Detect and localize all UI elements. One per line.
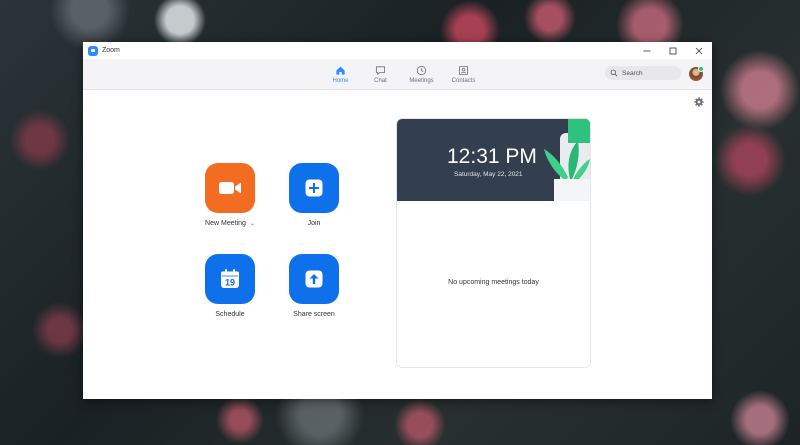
top-nav-bar: Home Chat Meetings Contacts [83, 59, 712, 90]
new-meeting-button[interactable] [205, 163, 255, 213]
calendar-day: 19 [225, 278, 235, 288]
join-button[interactable] [289, 163, 339, 213]
search-input[interactable] [618, 67, 677, 79]
share-screen-label: Share screen [293, 311, 335, 318]
clock-header: 12:31 PM Saturday, May 22, 2021 [397, 119, 590, 201]
schedule-label: Schedule [215, 311, 245, 318]
tab-contacts-label: Contacts [451, 77, 476, 84]
join-action: Join [274, 163, 354, 227]
plus-icon [305, 179, 323, 197]
tab-home[interactable]: Home [320, 59, 361, 89]
tab-chat[interactable]: Chat [361, 59, 400, 89]
search-icon [610, 69, 618, 77]
window-title: Zoom [102, 47, 120, 54]
avatar[interactable] [689, 66, 704, 81]
video-camera-icon [219, 182, 241, 194]
minimize-icon [643, 50, 651, 51]
window-controls [634, 42, 712, 59]
home-content: New Meeting ⌄ Join 19 Schedule Share scr… [83, 90, 712, 399]
nav-tabs: Home Chat Meetings Contacts [320, 59, 484, 89]
upcoming-meetings-card: 12:31 PM Saturday, May 22, 2021 No upcom… [396, 118, 591, 368]
gear-icon[interactable] [694, 97, 704, 107]
search-box[interactable] [605, 66, 681, 80]
schedule-button[interactable]: 19 [205, 254, 255, 304]
join-label: Join [307, 220, 321, 227]
chevron-down-icon[interactable]: ⌄ [250, 221, 255, 227]
contact-card-icon [458, 65, 469, 75]
tab-home-label: Home [332, 77, 349, 84]
plant-illustration-icon [544, 119, 590, 201]
tab-chat-label: Chat [374, 77, 387, 84]
title-bar: Zoom [83, 42, 712, 59]
tab-contacts[interactable]: Contacts [443, 59, 484, 89]
new-meeting-action: New Meeting ⌄ [190, 163, 270, 227]
clock-icon [416, 65, 427, 75]
zoom-window: Zoom Home Chat Meetings Contacts Search … [83, 42, 712, 399]
new-meeting-label-row: New Meeting ⌄ [205, 220, 255, 227]
share-screen-button[interactable] [289, 254, 339, 304]
tab-meetings-label: Meetings [409, 77, 434, 84]
clock-date: Saturday, May 22, 2021 [454, 171, 523, 178]
maximize-icon [669, 47, 677, 54]
share-screen-action: Share screen [274, 254, 354, 318]
chat-bubble-icon [375, 65, 386, 75]
online-status-dot [698, 66, 704, 72]
close-icon [695, 47, 703, 54]
arrow-up-icon [305, 270, 323, 288]
tab-meetings[interactable]: Meetings [400, 59, 443, 89]
home-icon [336, 66, 345, 75]
schedule-action: 19 Schedule [190, 254, 270, 318]
maximize-button[interactable] [660, 42, 686, 59]
zoom-logo-icon [88, 45, 98, 56]
close-button[interactable] [686, 42, 712, 59]
new-meeting-label: New Meeting [205, 220, 246, 227]
no-meetings-message: No upcoming meetings today [448, 279, 539, 286]
minimize-button[interactable] [634, 42, 660, 59]
calendar-icon: 19 [221, 269, 239, 288]
